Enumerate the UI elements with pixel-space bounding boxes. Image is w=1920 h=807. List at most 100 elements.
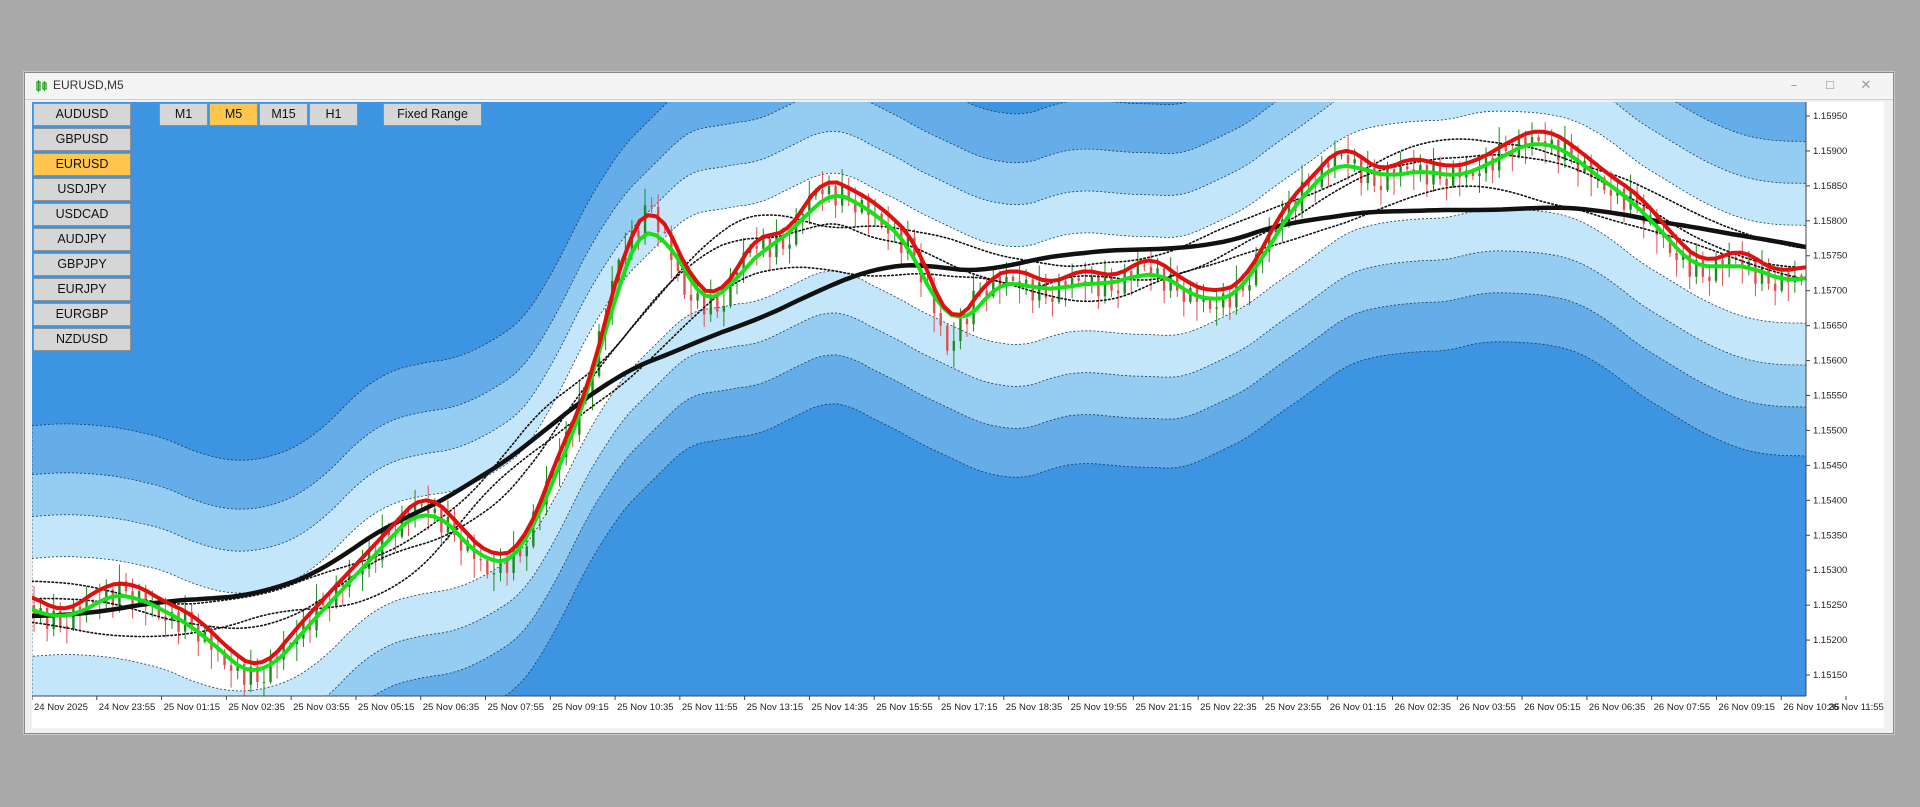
- symbol-button-gbpjpy[interactable]: GBPJPY: [33, 253, 131, 276]
- close-icon[interactable]: ✕: [1853, 76, 1879, 96]
- candle-body: [959, 318, 962, 341]
- time-tick-label: 25 Nov 09:15: [552, 702, 609, 713]
- candle-body: [1116, 290, 1120, 294]
- price-tick-label: 1.15350: [1813, 530, 1847, 541]
- minimize-icon[interactable]: –: [1781, 76, 1807, 96]
- candle-body: [788, 244, 791, 249]
- candle-body: [1353, 159, 1356, 164]
- candle-body: [801, 213, 804, 216]
- time-tick-label: 26 Nov 05:15: [1524, 702, 1581, 713]
- time-tick-label: 25 Nov 15:55: [876, 702, 933, 713]
- time-tick-label: 26 Nov 01:15: [1330, 702, 1387, 713]
- title-bar[interactable]: EURUSD,M5 – ☐ ✕: [25, 73, 1893, 100]
- candle-body: [1445, 178, 1448, 186]
- timeframe-button-m1[interactable]: M1: [159, 103, 208, 126]
- candle-body: [689, 294, 693, 301]
- candle-body: [637, 230, 640, 238]
- price-tick-label: 1.15250: [1813, 600, 1847, 611]
- candle-body: [1537, 136, 1540, 142]
- timeframe-button-h1[interactable]: H1: [309, 103, 358, 126]
- symbol-button-nzdusd[interactable]: NZDUSD: [33, 328, 131, 351]
- time-tick-label: 24 Nov 23:55: [99, 702, 156, 713]
- candle-body: [525, 546, 528, 557]
- price-tick-label: 1.15900: [1813, 146, 1847, 157]
- symbol-button-usdcad[interactable]: USDCAD: [33, 203, 131, 226]
- candle-body: [1714, 259, 1718, 281]
- symbol-button-audusd[interactable]: AUDUSD: [33, 103, 131, 126]
- candle-body: [1143, 265, 1146, 267]
- candle-body: [762, 238, 765, 249]
- candle-body: [939, 313, 942, 326]
- candle-body: [827, 185, 831, 195]
- envelope-bands: [32, 102, 1807, 728]
- candle-body: [1379, 185, 1383, 191]
- candle-body: [1248, 285, 1251, 291]
- symbol-button-gbpusd[interactable]: GBPUSD: [33, 128, 131, 151]
- candle-body: [72, 606, 75, 629]
- time-tick-label: 25 Nov 18:35: [1006, 702, 1063, 713]
- fixed-range-button[interactable]: Fixed Range: [383, 103, 482, 126]
- price-tick-label: 1.15300: [1813, 565, 1847, 576]
- price-tick-label: 1.15600: [1813, 356, 1847, 367]
- candle-body: [755, 245, 758, 249]
- candle-body: [45, 607, 49, 629]
- time-tick-label: 24 Nov 2025: [34, 702, 88, 713]
- price-chart[interactable]: 1.15950 1.15900 1.15850 1.15800 1.15750 1.157…: [32, 102, 1884, 728]
- candle-body: [1038, 282, 1041, 301]
- maximize-icon[interactable]: ☐: [1817, 76, 1843, 96]
- time-tick-label: 26 Nov 11:55: [1828, 702, 1884, 713]
- symbol-button-eurusd[interactable]: EURUSD: [33, 153, 131, 176]
- time-tick-label: 25 Nov 05:15: [358, 702, 415, 713]
- candle-body: [972, 290, 975, 325]
- time-tick-label: 25 Nov 01:15: [164, 702, 221, 713]
- price-tick-label: 1.15550: [1813, 391, 1847, 402]
- candle-body: [1622, 188, 1626, 210]
- timeframe-button-m5[interactable]: M5: [209, 103, 258, 126]
- candle-body: [952, 340, 956, 351]
- symbol-button-eurgbp[interactable]: EURGBP: [33, 303, 131, 326]
- candle-body: [1215, 307, 1218, 309]
- price-tick-label: 1.15650: [1813, 321, 1847, 332]
- symbol-button-audjpy[interactable]: AUDJPY: [33, 228, 131, 251]
- price-tick-label: 1.15500: [1813, 425, 1847, 436]
- symbol-button-usdjpy[interactable]: USDJPY: [33, 178, 131, 201]
- candle-body: [946, 325, 949, 351]
- time-tick-label: 26 Nov 03:55: [1459, 702, 1516, 713]
- candle-body: [821, 190, 824, 195]
- price-axis-bg: [1806, 102, 1884, 728]
- candle-body: [262, 682, 266, 684]
- candle-body: [1123, 271, 1126, 294]
- candle-body: [479, 559, 482, 561]
- candle-body: [269, 656, 272, 683]
- chart-canvas[interactable]: 1.15950 1.15900 1.15850 1.15800 1.15750 1.157…: [32, 102, 1884, 728]
- time-tick-label: 25 Nov 11:55: [682, 702, 738, 713]
- price-tick-label: 1.15450: [1813, 460, 1847, 471]
- candle-body: [1156, 268, 1159, 274]
- candle-body: [1077, 278, 1080, 281]
- candle-body: [1386, 169, 1389, 191]
- candle-body: [696, 293, 699, 301]
- candle-body: [663, 231, 666, 233]
- candle-body: [709, 296, 712, 315]
- candle-body: [1406, 166, 1409, 170]
- timeframe-button-m15[interactable]: M15: [259, 103, 308, 126]
- candle-body: [486, 560, 489, 575]
- chart-window: EURUSD,M5 – ☐ ✕ 1.15950 1.15900 1.15850 1.1…: [24, 72, 1894, 734]
- price-tick-label: 1.15700: [1813, 286, 1847, 297]
- symbol-button-eurjpy[interactable]: EURJPY: [33, 278, 131, 301]
- price-tick-label: 1.15800: [1813, 216, 1847, 227]
- time-tick-label: 25 Nov 14:35: [811, 702, 868, 713]
- candle-body: [420, 504, 423, 506]
- candle-body: [1773, 283, 1777, 291]
- candle-body: [1780, 272, 1783, 291]
- price-tick-label: 1.15200: [1813, 635, 1847, 646]
- candle-body: [650, 205, 653, 207]
- candle-body: [492, 573, 496, 575]
- time-tick-label: 26 Nov 02:35: [1395, 702, 1452, 713]
- candle-body: [1346, 155, 1350, 164]
- candle-body: [1011, 276, 1015, 281]
- time-tick-label: 25 Nov 21:15: [1135, 702, 1192, 713]
- price-tick-label: 1.15950: [1813, 111, 1847, 122]
- candle-body: [1609, 190, 1613, 196]
- candle-body: [1051, 297, 1054, 302]
